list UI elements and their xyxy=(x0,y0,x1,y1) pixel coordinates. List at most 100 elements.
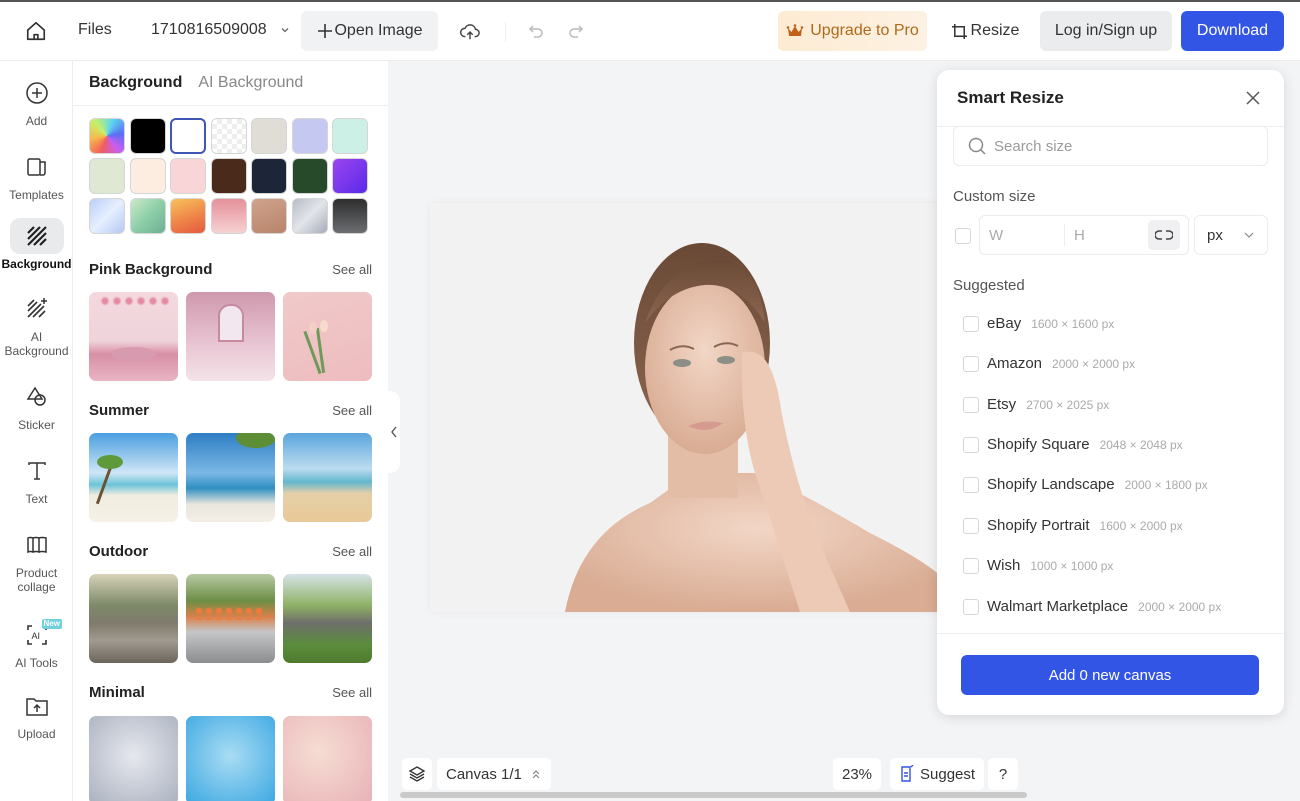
nav-label: Add xyxy=(25,114,48,128)
see-all-link[interactable]: See all xyxy=(332,262,372,277)
download-button[interactable]: Download xyxy=(1181,11,1284,51)
bg-thumb-flowers-rocks[interactable] xyxy=(186,574,275,663)
open-image-button[interactable]: Open Image xyxy=(301,11,438,51)
project-name-dropdown[interactable]: 1710816509008 xyxy=(151,21,291,39)
swatch-silver-gradient[interactable] xyxy=(291,198,328,234)
suggestion-item[interactable]: eBay 1600 × 1600 px xyxy=(963,315,1114,332)
suggestion-item[interactable]: Shopify Square 2048 × 2048 px xyxy=(963,436,1183,453)
suggestion-dims: 2000 × 2000 px xyxy=(1138,599,1222,614)
width-input[interactable] xyxy=(989,226,1064,244)
suggestion-item[interactable]: Shopify Portrait 1600 × 2000 px xyxy=(963,517,1183,534)
swatch-light-pink[interactable] xyxy=(170,158,206,194)
home-button[interactable] xyxy=(24,19,48,43)
nav-item-product-collage[interactable]: Product collage xyxy=(0,527,73,594)
swatch-charcoal-gradient[interactable] xyxy=(332,198,368,234)
tab-ai-background[interactable]: AI Background xyxy=(198,74,303,92)
suggestion-item[interactable]: Amazon 2000 × 2000 px xyxy=(963,355,1135,372)
suggestion-checkbox[interactable] xyxy=(963,517,979,534)
nav-item-templates[interactable]: Templates xyxy=(0,149,73,202)
swatch-lavender[interactable] xyxy=(291,118,328,154)
nav-item-ai-tools[interactable]: AI New AI Tools xyxy=(0,617,73,670)
bg-thumb-palm-ocean[interactable] xyxy=(186,433,275,522)
collapse-panel-button[interactable] xyxy=(388,391,400,473)
swatch-navy[interactable] xyxy=(251,158,287,194)
swatch-tan-gradient[interactable] xyxy=(251,198,287,234)
resize-button[interactable]: Resize xyxy=(945,11,1025,51)
suggestion-checkbox[interactable] xyxy=(963,557,979,574)
add-new-canvas-button[interactable]: Add 0 new canvas xyxy=(961,655,1259,695)
nav-item-sticker[interactable]: Sticker xyxy=(0,379,73,432)
help-button[interactable]: ? xyxy=(988,758,1018,790)
lock-aspect-button[interactable] xyxy=(1148,220,1180,250)
zoom-value: 23% xyxy=(842,765,873,783)
text-icon xyxy=(27,462,46,480)
suggestion-item[interactable]: Walmart Marketplace 2000 × 2000 px xyxy=(963,598,1221,615)
horizontal-scrollbar[interactable] xyxy=(400,792,1027,798)
redo-button[interactable] xyxy=(566,22,586,42)
chevron-down-icon xyxy=(281,28,289,33)
swatch-mint[interactable] xyxy=(332,118,368,154)
bg-thumb-mountain-rocks[interactable] xyxy=(89,574,178,663)
login-signup-button[interactable]: Log in/Sign up xyxy=(1040,11,1172,51)
search-size-field[interactable] xyxy=(953,126,1268,166)
nav-item-add[interactable]: Add xyxy=(0,75,73,128)
suggestion-checkbox[interactable] xyxy=(963,315,979,332)
bg-thumb-pink-blur[interactable] xyxy=(283,716,372,801)
section-title: Pink Background xyxy=(89,261,213,278)
swatch-dark-green[interactable] xyxy=(291,158,328,194)
swatch-rainbow[interactable] xyxy=(89,118,125,154)
suggestion-item[interactable]: Wish 1000 × 1000 px xyxy=(963,557,1113,574)
suggestion-checkbox[interactable] xyxy=(963,598,979,615)
unit-dropdown[interactable]: px xyxy=(1194,215,1268,255)
tab-background[interactable]: Background xyxy=(89,74,182,92)
bg-thumb-pink-window[interactable] xyxy=(186,292,275,381)
see-all-link[interactable]: See all xyxy=(332,544,372,559)
suggest-button[interactable]: Suggest xyxy=(890,758,985,790)
undo-button[interactable] xyxy=(526,22,546,42)
swatch-light-grey[interactable] xyxy=(251,118,287,154)
nav-item-text[interactable]: Text xyxy=(0,453,73,506)
height-input[interactable] xyxy=(1074,226,1146,244)
suggestion-checkbox[interactable] xyxy=(963,476,979,493)
nav-item-background[interactable]: Background xyxy=(0,218,73,271)
close-icon[interactable] xyxy=(1246,91,1260,105)
suggestion-checkbox[interactable] xyxy=(963,355,979,372)
suggestion-checkbox[interactable] xyxy=(963,396,979,413)
canvas-image[interactable]: insM xyxy=(430,203,948,612)
swatch-black[interactable] xyxy=(129,118,166,154)
suggestion-checkbox[interactable] xyxy=(963,436,979,453)
bg-thumb-sandy-beach[interactable] xyxy=(283,433,372,522)
see-all-link[interactable]: See all xyxy=(332,685,372,700)
swatch-sage[interactable] xyxy=(89,158,125,194)
bg-thumb-palm-beach[interactable] xyxy=(89,433,178,522)
swatch-mint-gradient[interactable] xyxy=(129,198,166,234)
bg-thumb-grey-gradient[interactable] xyxy=(89,716,178,801)
swatch-peach[interactable] xyxy=(129,158,166,194)
see-all-link[interactable]: See all xyxy=(332,403,372,418)
bg-thumb-blue-gradient[interactable] xyxy=(186,716,275,801)
nav-item-upload[interactable]: Upload xyxy=(0,688,73,741)
zoom-level[interactable]: 23% xyxy=(833,758,882,790)
swatch-brown[interactable] xyxy=(210,158,247,194)
section-header: Minimal See all xyxy=(89,684,372,701)
bg-thumb-rocky-forest[interactable] xyxy=(283,574,372,663)
swatch-white-selected[interactable] xyxy=(170,118,206,154)
cloud-save-button[interactable] xyxy=(458,20,482,44)
files-menu[interactable]: Files xyxy=(78,21,112,39)
swatch-violet[interactable] xyxy=(332,158,368,194)
swatch-orange-gradient[interactable] xyxy=(170,198,206,234)
swatch-light-blue-gradient[interactable] xyxy=(89,198,125,234)
bg-thumb-pink-podium[interactable] xyxy=(89,292,178,381)
suggestion-item[interactable]: Etsy 2700 × 2025 px xyxy=(963,396,1109,413)
swatch-transparent[interactable] xyxy=(210,118,247,154)
suggestion-item[interactable]: Shopify Landscape 2000 × 1800 px xyxy=(963,476,1208,493)
canvas-selector[interactable]: Canvas 1/1 xyxy=(437,758,551,790)
custom-size-checkbox[interactable] xyxy=(955,228,971,244)
suggestion-dims: 1600 × 1600 px xyxy=(1031,316,1115,331)
nav-item-ai-background[interactable]: AI Background xyxy=(0,291,73,358)
bg-thumb-pink-tulips[interactable] xyxy=(283,292,372,381)
search-size-input[interactable] xyxy=(994,137,1244,155)
swatch-pink-gradient[interactable] xyxy=(210,198,247,234)
layers-button[interactable] xyxy=(402,758,432,790)
upgrade-to-pro-button[interactable]: Upgrade to Pro xyxy=(778,11,927,51)
